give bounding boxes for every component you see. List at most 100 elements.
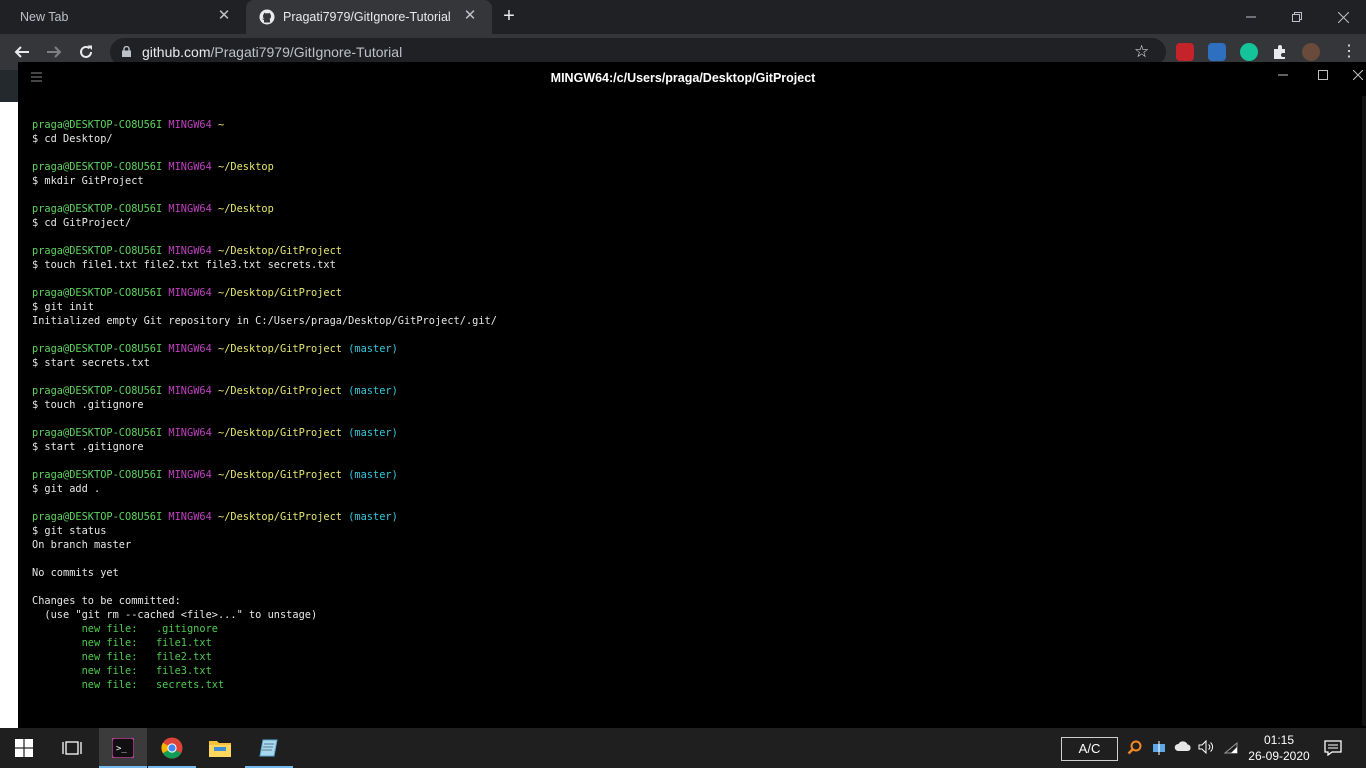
prompt-user: praga@DESKTOP-CO8U56I (32, 427, 163, 439)
output-line: On branch master (32, 539, 132, 551)
prompt-path: ~/Desktop (218, 203, 274, 215)
lock-icon (122, 46, 131, 57)
ublock-extension-icon[interactable] (1176, 43, 1194, 61)
extension-icon[interactable] (1208, 43, 1226, 61)
system-clock[interactable]: 01:15 26-09-2020 (1246, 732, 1312, 764)
prompt-line: praga@DESKTOP-CO8U56I MINGW64 ~/Desktop (32, 202, 1332, 216)
prompt-system: MINGW64 (168, 427, 212, 439)
minimize-icon[interactable] (1228, 0, 1274, 34)
extensions-puzzle-icon[interactable] (1271, 43, 1289, 61)
prompt-branch: (master) (348, 427, 398, 439)
prompt-path: ~/Desktop (218, 161, 274, 173)
prompt-line: praga@DESKTOP-CO8U56I MINGW64 ~/Desktop/… (32, 426, 1332, 440)
output-line: Changes to be committed: (32, 595, 181, 607)
terminal-scrollbar[interactable] (1362, 96, 1366, 726)
close-window-icon[interactable] (1320, 0, 1366, 34)
tab-title: New Tab (20, 10, 69, 24)
prompt-system: MINGW64 (168, 511, 212, 523)
output-line: $ git init (32, 301, 94, 313)
terminal-minimize-icon[interactable] (1273, 68, 1293, 86)
prompt-system: MINGW64 (168, 343, 212, 355)
restore-icon[interactable] (1274, 0, 1320, 34)
prompt-line: praga@DESKTOP-CO8U56I MINGW64 ~/Desktop/… (32, 342, 1332, 356)
grammarly-icon[interactable] (1240, 43, 1258, 61)
prompt-line: praga@DESKTOP-CO8U56I MINGW64 ~/Desktop (32, 160, 1332, 174)
staged-file-line: new file: .gitignore (32, 623, 218, 635)
prompt-path: ~/Desktop/GitProject (218, 245, 342, 257)
prompt-user: praga@DESKTOP-CO8U56I (32, 161, 163, 173)
profile-avatar[interactable] (1302, 43, 1320, 61)
tab-new-tab[interactable]: New Tab ✕ (0, 0, 246, 34)
output-line: Initialized empty Git repository in C:/U… (32, 315, 497, 327)
notifications-icon[interactable] (1324, 740, 1342, 757)
notepad-taskbar-icon[interactable] (245, 728, 293, 768)
chrome-taskbar-icon[interactable] (148, 728, 196, 768)
file-explorer-icon[interactable] (196, 728, 244, 768)
close-icon[interactable]: ✕ (462, 8, 478, 24)
new-tab-button[interactable]: + (498, 6, 520, 28)
prompt-line: praga@DESKTOP-CO8U56I MINGW64 ~/Desktop/… (32, 384, 1332, 398)
prompt-system: MINGW64 (168, 287, 212, 299)
windows-taskbar: >_ A/C 01:15 26-09-2020 (0, 728, 1366, 768)
task-view-icon[interactable] (48, 728, 96, 768)
prompt-line: praga@DESKTOP-CO8U56I MINGW64 ~/Desktop/… (32, 244, 1332, 258)
prompt-user: praga@DESKTOP-CO8U56I (32, 511, 163, 523)
terminal-close-icon[interactable] (1351, 68, 1365, 86)
prompt-line: praga@DESKTOP-CO8U56I MINGW64 ~ (32, 118, 1332, 132)
back-arrow-icon[interactable] (10, 40, 34, 64)
prompt-path: ~/Desktop/GitProject (218, 385, 342, 397)
github-page-background (0, 70, 18, 728)
prompt-user: praga@DESKTOP-CO8U56I (32, 203, 163, 215)
browser-tab-strip: New Tab ✕ Pragati7979/GitIgnore-Tutorial… (0, 0, 1366, 34)
clock-date: 26-09-2020 (1248, 749, 1310, 763)
output-line: $ start secrets.txt (32, 357, 150, 369)
prompt-path: ~/Desktop/GitProject (218, 343, 342, 355)
mintty-terminal-window[interactable]: MINGW64:/c/Users/praga/Desktop/GitProjec… (18, 62, 1366, 728)
prompt-branch: (master) (348, 511, 398, 523)
output-line: No commits yet (32, 567, 119, 579)
onedrive-cloud-icon[interactable] (1174, 740, 1192, 756)
prompt-user: praga@DESKTOP-CO8U56I (32, 343, 163, 355)
terminal-output[interactable]: praga@DESKTOP-CO8U56I MINGW64 ~ $ cd Desk… (32, 118, 1332, 692)
prompt-system: MINGW64 (168, 203, 212, 215)
ac-indicator[interactable]: A/C (1061, 737, 1118, 761)
close-icon[interactable]: ✕ (216, 8, 232, 24)
staged-file-line: new file: file1.txt (32, 637, 212, 649)
prompt-user: praga@DESKTOP-CO8U56I (32, 287, 163, 299)
output-line: $ git add . (32, 483, 101, 495)
output-line: $ touch .gitignore (32, 399, 144, 411)
terminal-maximize-icon[interactable] (1313, 68, 1333, 86)
prompt-user: praga@DESKTOP-CO8U56I (32, 469, 163, 481)
reload-icon[interactable] (74, 40, 98, 64)
url-text: github.com/Pragati7979/GitIgnore-Tutoria… (142, 44, 403, 60)
git-bash-taskbar-icon[interactable]: >_ (99, 728, 147, 768)
output-line: $ touch file1.txt file2.txt file3.txt se… (32, 259, 336, 271)
tab-github-repo[interactable]: Pragati7979/GitIgnore-Tutorial ✕ (246, 0, 492, 34)
volume-icon[interactable] (1198, 739, 1216, 756)
wifi-icon[interactable] (1222, 740, 1240, 756)
prompt-branch: (master) (348, 343, 398, 355)
clock-time: 01:15 (1263, 733, 1295, 747)
windows-start-icon[interactable] (0, 728, 48, 768)
prompt-path: ~/Desktop/GitProject (218, 469, 342, 481)
network-share-tray-icon[interactable] (1150, 740, 1168, 756)
output-line: $ cd GitProject/ (32, 217, 132, 229)
search-tray-icon[interactable] (1126, 740, 1144, 756)
forward-arrow-icon[interactable] (42, 40, 66, 64)
bookmark-star-icon[interactable]: ☆ (1134, 42, 1149, 62)
staged-file-line: new file: secrets.txt (32, 679, 225, 691)
prompt-path: ~/Desktop/GitProject (218, 511, 342, 523)
prompt-system: MINGW64 (168, 119, 212, 131)
prompt-branch: (master) (348, 385, 398, 397)
menu-kebab-icon[interactable]: ⋮ (1340, 43, 1358, 61)
prompt-line: praga@DESKTOP-CO8U56I MINGW64 ~/Desktop/… (32, 510, 1332, 524)
